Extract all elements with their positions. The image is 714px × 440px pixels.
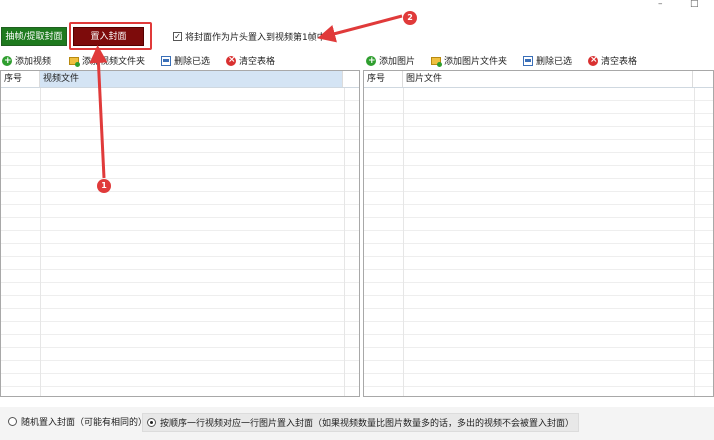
add-video-button[interactable]: 添加视频: [2, 54, 51, 67]
annotation-marker-2: 2: [403, 11, 417, 25]
add-video-label: 添加视频: [15, 57, 52, 67]
add-video-folder-label: 添加视频文件夹: [82, 57, 146, 67]
delete-icon: [161, 55, 172, 66]
delete-selected-label: 删除已选: [174, 57, 211, 67]
delete-icon: [523, 55, 534, 66]
folder-add-icon: [431, 56, 443, 67]
sequential-radio[interactable]: [147, 418, 156, 427]
clear-icon: [588, 55, 599, 66]
tab-embed-cover[interactable]: 置入封面: [73, 27, 144, 46]
add-icon: [2, 55, 12, 66]
add-icon: [366, 55, 376, 66]
video-toolbar: 添加视频 添加视频文件夹 删除已选 清空表格: [2, 53, 291, 68]
table-header: 序号 视频文件: [1, 71, 359, 88]
random-label: 随机置入封面（可能有相同的）: [21, 418, 148, 428]
annotation-arrow-2: [317, 14, 403, 43]
clear-video-table-button[interactable]: 清空表格: [226, 54, 275, 67]
add-video-folder-button[interactable]: 添加视频文件夹: [69, 54, 145, 67]
sequential-placement-option[interactable]: 按顺序一行视频对应一行图片置入封面（如果视频数量比图片数量多的话，多出的视频不会…: [142, 413, 580, 432]
delete-selected-video-button[interactable]: 删除已选: [161, 54, 210, 67]
column-header-index[interactable]: 序号: [1, 71, 40, 87]
first-frame-checkbox[interactable]: ✓: [173, 32, 182, 41]
random-placement-option[interactable]: 随机置入封面（可能有相同的）: [8, 415, 147, 428]
delete-selected-image-button[interactable]: 删除已选: [523, 54, 572, 67]
image-toolbar: 添加图片 添加图片文件夹 删除已选 清空表格: [366, 53, 653, 68]
image-file-table[interactable]: 序号 图片文件: [363, 70, 714, 397]
add-image-folder-button[interactable]: 添加图片文件夹: [431, 54, 507, 67]
add-image-button[interactable]: 添加图片: [366, 54, 415, 67]
delete-selected-label: 删除已选: [536, 57, 573, 67]
clear-table-label: 清空表格: [239, 57, 276, 67]
tab-extract-cover[interactable]: 抽帧/提取封面: [1, 27, 67, 46]
random-radio[interactable]: [8, 417, 17, 426]
first-frame-option[interactable]: ✓ 将封面作为片头置入到视频第1帧中: [173, 30, 326, 43]
video-file-table[interactable]: 序号 视频文件: [0, 70, 360, 397]
folder-add-icon: [69, 56, 81, 67]
annotation-marker-1: 1: [97, 179, 111, 193]
clear-table-label: 清空表格: [601, 57, 638, 67]
clear-image-table-button[interactable]: 清空表格: [588, 54, 637, 67]
add-image-label: 添加图片: [379, 57, 416, 67]
minimize-icon[interactable]: –: [658, 0, 663, 9]
table-body: [1, 88, 359, 396]
clear-icon: [226, 55, 237, 66]
first-frame-label: 将封面作为片头置入到视频第1帧中: [185, 33, 326, 43]
column-header-video-file[interactable]: 视频文件: [40, 71, 343, 87]
sequential-label: 按顺序一行视频对应一行图片置入封面（如果视频数量比图片数量多的话，多出的视频不会…: [160, 419, 575, 429]
maximize-icon[interactable]: □: [690, 0, 699, 9]
add-image-folder-label: 添加图片文件夹: [444, 57, 508, 67]
table-body: [364, 88, 713, 396]
table-header: 序号 图片文件: [364, 71, 713, 88]
placement-mode-bar: 随机置入封面（可能有相同的） 按顺序一行视频对应一行图片置入封面（如果视频数量比…: [0, 407, 714, 440]
column-header-image-file[interactable]: 图片文件: [403, 71, 693, 87]
column-header-index[interactable]: 序号: [364, 71, 403, 87]
